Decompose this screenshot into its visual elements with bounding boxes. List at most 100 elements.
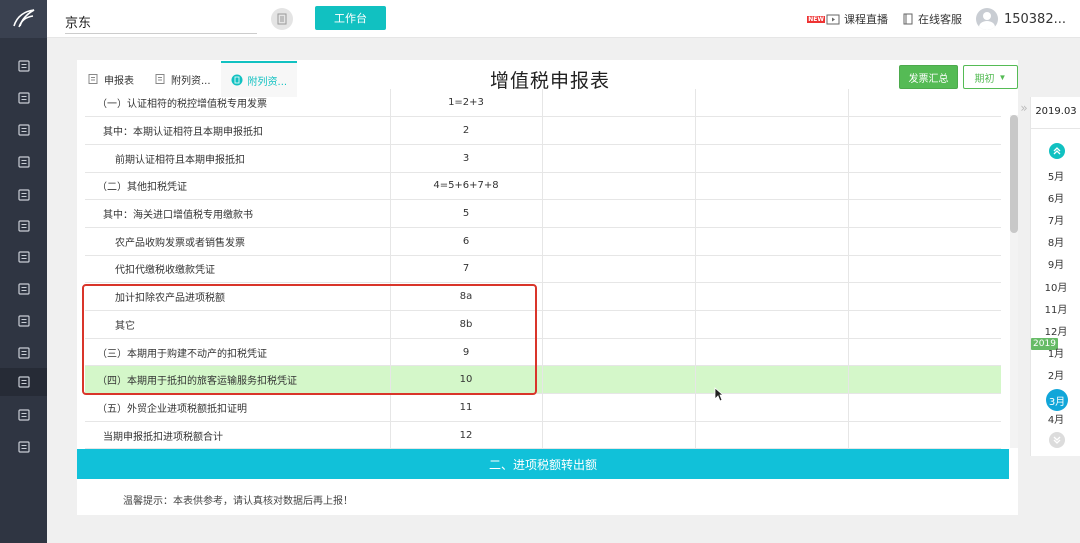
sidebar bbox=[0, 0, 47, 543]
value-cell[interactable] bbox=[848, 365, 1001, 395]
row-item-name: （二）其他扣税凭证 bbox=[85, 172, 391, 201]
sidebar-item-13[interactable] bbox=[0, 433, 47, 461]
sidebar-item-7[interactable] bbox=[0, 243, 47, 271]
sidebar-item-12[interactable] bbox=[0, 401, 47, 429]
table-row: 其中：本期认证相符且本期申报抵扣 2 bbox=[85, 116, 1001, 145]
value-cell[interactable] bbox=[542, 393, 696, 422]
value-cell[interactable] bbox=[848, 282, 1001, 311]
period-dropdown[interactable]: 期初 ▼ bbox=[963, 65, 1018, 89]
section-header[interactable]: 二、进项税额转出额 bbox=[77, 449, 1009, 479]
value-cell[interactable] bbox=[695, 338, 849, 367]
month-item[interactable]: 10月 bbox=[1031, 279, 1080, 294]
course-live-label: 课程直播 bbox=[843, 13, 888, 26]
value-cell[interactable] bbox=[542, 365, 696, 395]
value-cell[interactable] bbox=[695, 199, 849, 228]
collapse-panel-icon[interactable]: » bbox=[1017, 100, 1031, 116]
value-cell[interactable] bbox=[542, 338, 696, 367]
value-cell[interactable] bbox=[695, 227, 849, 256]
sidebar-item-1[interactable] bbox=[0, 52, 47, 80]
row-column-number: 2 bbox=[390, 116, 543, 145]
month-item[interactable]: 1月 bbox=[1031, 345, 1080, 360]
sidebar-item-6[interactable] bbox=[0, 212, 47, 240]
row-column-number: 6 bbox=[390, 227, 543, 256]
sidebar-item-8[interactable] bbox=[0, 275, 47, 303]
user-menu[interactable]: 150382... bbox=[975, 8, 1066, 30]
value-cell[interactable] bbox=[542, 172, 696, 201]
month-item[interactable]: 6月 bbox=[1031, 190, 1080, 205]
sidebar-item-9[interactable] bbox=[0, 307, 47, 335]
table-row: 加计扣除农产品进项税额 8a bbox=[85, 282, 1001, 311]
value-cell[interactable] bbox=[542, 255, 696, 284]
month-item[interactable]: 4月 bbox=[1031, 411, 1080, 426]
value-cell[interactable] bbox=[695, 172, 849, 201]
row-item-name: （一）认证相符的税控增值税专用发票 bbox=[85, 89, 391, 118]
scrollbar-thumb[interactable] bbox=[1010, 115, 1018, 233]
value-cell[interactable] bbox=[848, 172, 1001, 201]
value-cell[interactable] bbox=[542, 199, 696, 228]
sidebar-item-4[interactable] bbox=[0, 148, 47, 176]
row-column-number: 9 bbox=[390, 338, 543, 367]
tab-label: 申报表 bbox=[104, 75, 134, 87]
month-item[interactable]: 5月 bbox=[1031, 168, 1080, 183]
value-cell[interactable] bbox=[542, 227, 696, 256]
calculator-icon bbox=[17, 220, 30, 232]
value-cell[interactable] bbox=[695, 282, 849, 311]
value-cell[interactable] bbox=[695, 116, 849, 145]
month-item[interactable]: 8月 bbox=[1031, 234, 1080, 249]
value-cell[interactable] bbox=[848, 227, 1001, 256]
value-cell[interactable] bbox=[848, 116, 1001, 145]
scroll-down-icon[interactable] bbox=[1049, 432, 1065, 448]
sidebar-item-2[interactable] bbox=[0, 84, 47, 112]
row-item-name: 当期申报抵扣进项税额合计 bbox=[85, 421, 391, 450]
row-column-number: 10 bbox=[390, 365, 543, 395]
sidebar-item-5[interactable] bbox=[0, 181, 47, 209]
month-item[interactable]: 2月 bbox=[1031, 367, 1080, 382]
workbench-button[interactable]: 工作台 bbox=[315, 6, 386, 30]
row-item-name: （三）本期用于购建不动产的扣税凭证 bbox=[85, 338, 391, 367]
value-cell[interactable] bbox=[848, 144, 1001, 173]
value-cell[interactable] bbox=[848, 255, 1001, 284]
avatar bbox=[975, 8, 998, 30]
wallet-icon bbox=[17, 315, 30, 327]
month-item[interactable]: 12月 bbox=[1031, 323, 1080, 338]
value-cell[interactable] bbox=[848, 89, 1001, 118]
month-selector-panel: 2019.03 2019 5月 6月 7月 8月 9月 10月 11月 12月 1月 2月 3月 4月 bbox=[1030, 97, 1080, 456]
value-cell[interactable] bbox=[695, 89, 849, 118]
course-live-link[interactable]: NEW 课程直播 bbox=[807, 11, 888, 27]
sidebar-item-10[interactable] bbox=[0, 339, 47, 367]
value-cell[interactable] bbox=[542, 116, 696, 145]
scrollbar[interactable] bbox=[1010, 115, 1018, 448]
settings-icon bbox=[17, 441, 30, 453]
row-item-name: 代扣代缴税收缴款凭证 bbox=[85, 255, 391, 284]
row-item-name: 前期认证相符且本期申报抵扣 bbox=[85, 144, 391, 173]
value-cell[interactable] bbox=[695, 421, 849, 450]
value-cell[interactable] bbox=[695, 144, 849, 173]
sidebar-item-11[interactable] bbox=[0, 368, 47, 396]
value-cell[interactable] bbox=[848, 393, 1001, 422]
company-selector[interactable]: 京东 bbox=[65, 12, 257, 34]
value-cell[interactable] bbox=[848, 338, 1001, 367]
online-service-link[interactable]: 在线客服 bbox=[902, 11, 962, 27]
value-cell[interactable] bbox=[542, 282, 696, 311]
app-logo[interactable] bbox=[0, 0, 47, 38]
value-cell[interactable] bbox=[848, 199, 1001, 228]
table-row: （一）认证相符的税控增值税专用发票 1=2+3 bbox=[85, 89, 1001, 118]
scroll-up-icon[interactable] bbox=[1049, 143, 1065, 159]
invoice-summary-button[interactable]: 发票汇总 bbox=[899, 65, 958, 89]
value-cell[interactable] bbox=[542, 89, 696, 118]
logo-icon bbox=[12, 9, 34, 28]
month-item[interactable]: 9月 bbox=[1031, 256, 1080, 271]
value-cell[interactable] bbox=[542, 421, 696, 450]
value-cell[interactable] bbox=[695, 310, 849, 339]
month-item[interactable]: 7月 bbox=[1031, 212, 1080, 227]
row-item-name: （四）本期用于抵扣的旅客运输服务扣税凭证 bbox=[85, 365, 391, 395]
sidebar-item-3[interactable] bbox=[0, 116, 47, 144]
month-item[interactable]: 3月 bbox=[1046, 389, 1068, 411]
month-item[interactable]: 11月 bbox=[1031, 301, 1080, 316]
value-cell[interactable] bbox=[848, 310, 1001, 339]
value-cell[interactable] bbox=[848, 421, 1001, 450]
value-cell[interactable] bbox=[542, 144, 696, 173]
value-cell[interactable] bbox=[695, 255, 849, 284]
document-icon[interactable] bbox=[271, 8, 293, 30]
value-cell[interactable] bbox=[542, 310, 696, 339]
